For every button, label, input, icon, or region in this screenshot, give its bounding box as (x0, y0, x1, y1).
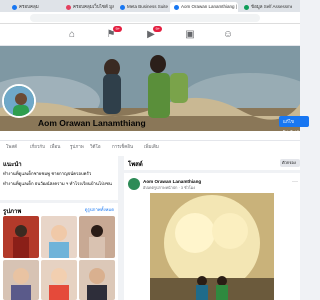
profile-avatar[interactable] (2, 84, 36, 118)
intro-line: ทำงานที่ดูแลเด็กชายชมพู ชายกาญจน์ครอบครั… (3, 171, 92, 176)
tab-favicon-icon (244, 4, 249, 10)
post-author-avatar[interactable] (128, 178, 140, 190)
tab-about[interactable]: เกี่ยวกับ (30, 143, 45, 150)
tab-favicon-icon (12, 4, 17, 10)
browser-tab[interactable]: ครอบคลุมเว็บไซต์ มูลนิธิ (62, 2, 114, 12)
more-options-icon[interactable]: ··· (292, 179, 298, 185)
post-author-name[interactable]: Aom Orawan Lanamthiang (143, 179, 201, 184)
post-card: Aom Orawan Lanamthiang อัปเดตรูปภาพหน้าป… (124, 173, 300, 300)
tab-posts[interactable]: โพสต์ (6, 143, 17, 150)
browser-tab-label: Aom Orawan Lanamthiang | Fac (181, 4, 238, 9)
photo-thumbnail[interactable] (41, 216, 77, 258)
tab-photos[interactable]: รูปภาพ (70, 143, 84, 150)
flag-icon[interactable]: ⚑ 9+ (105, 26, 122, 41)
groups-icon[interactable]: ☺ (222, 29, 234, 41)
browser-tab[interactable]: Meta Business Suite (116, 2, 168, 12)
messages-badge: 9+ (153, 26, 162, 32)
tab-more[interactable]: เพิ่มเติม (144, 143, 159, 150)
browser-tab-label: Meta Business Suite (127, 4, 168, 9)
intro-title: แนะนำ (3, 162, 22, 168)
photo-thumbnail[interactable] (79, 216, 115, 258)
browser-tab[interactable]: ข้อมูล Self Assessment (240, 2, 292, 12)
photo-thumbnail[interactable] (3, 216, 39, 258)
tab-checkins[interactable]: การเช็คอิน (112, 143, 133, 150)
tab-videos[interactable]: วิดีโอ (90, 143, 101, 150)
tab-friends[interactable]: เพื่อน (50, 143, 60, 150)
browser-tab[interactable]: ครอบคลุม (8, 2, 60, 12)
posts-title: โพสต์ (128, 162, 143, 168)
filter-button[interactable]: ตัวกรอง (280, 159, 300, 167)
profile-tabs: โพสต์ เกี่ยวกับ เพื่อน รูปภาพ วิดีโอ การ… (0, 140, 300, 150)
browser-tab-strip: ครอบคลุม ครอบคลุมเว็บไซต์ มูลนิธิ Meta Bus… (0, 0, 300, 12)
notification-badge: 9+ (113, 26, 122, 32)
photo-image (3, 216, 39, 258)
home-icon[interactable]: ⌂ (66, 29, 78, 41)
edit-profile-button[interactable]: แก้ไขโปรไฟล์ (279, 116, 309, 135)
browser-tab-label: ข้อมูล Self Assessment (251, 4, 292, 9)
photo-image (41, 216, 77, 258)
see-all-photos-link[interactable]: ดูรูปภาพทั้งหมด (85, 206, 114, 213)
profile-name: Aom Orawan Lanamthiang (38, 118, 146, 128)
post-image[interactable] (150, 193, 274, 300)
tab-favicon-icon (120, 4, 125, 10)
photos-title: รูปภาพ (3, 209, 22, 215)
browser-tab-label: ครอบคลุมเว็บไซต์ มูลนิธิ (73, 4, 114, 9)
post-photo (150, 193, 274, 300)
photo-image (3, 260, 39, 300)
photo-thumbnail[interactable] (3, 260, 39, 300)
posts-header: โพสต์ ตัวกรอง (124, 156, 300, 170)
intro-line: ทำงานที่ดูแลเด็ก ธนวัฒน์สงคราม ฯ ทำโรงเร… (3, 181, 112, 186)
browser-tab-label: ครอบคลุม (19, 4, 39, 9)
tab-favicon-icon (66, 4, 71, 10)
photo-thumbnail[interactable] (41, 260, 77, 300)
photo-image (41, 260, 77, 300)
photo-image (79, 216, 115, 258)
tab-favicon-icon (174, 4, 179, 10)
marketplace-icon[interactable]: ▣ (184, 29, 196, 41)
photos-card: รูปภาพ ดูรูปภาพทั้งหมด (0, 203, 118, 300)
intro-card: แนะนำ ทำงานที่ดูแลเด็กชายชมพู ชายกาญจน์ค… (0, 156, 118, 200)
address-bar[interactable] (0, 12, 300, 24)
watch-icon[interactable]: ▶ 9+ (145, 26, 162, 41)
facebook-top-bar: ⌂ ⚑ 9+ ▶ 9+ ▣ ☺ (0, 24, 300, 46)
browser-tab[interactable]: Aom Orawan Lanamthiang | Fac (170, 2, 238, 12)
post-meta: อัปเดตรูปภาพหน้าปก · 3 ชั่วโมง (143, 186, 196, 190)
photo-thumbnail[interactable] (79, 260, 115, 300)
photo-image (79, 260, 115, 300)
url-field[interactable] (30, 14, 260, 22)
